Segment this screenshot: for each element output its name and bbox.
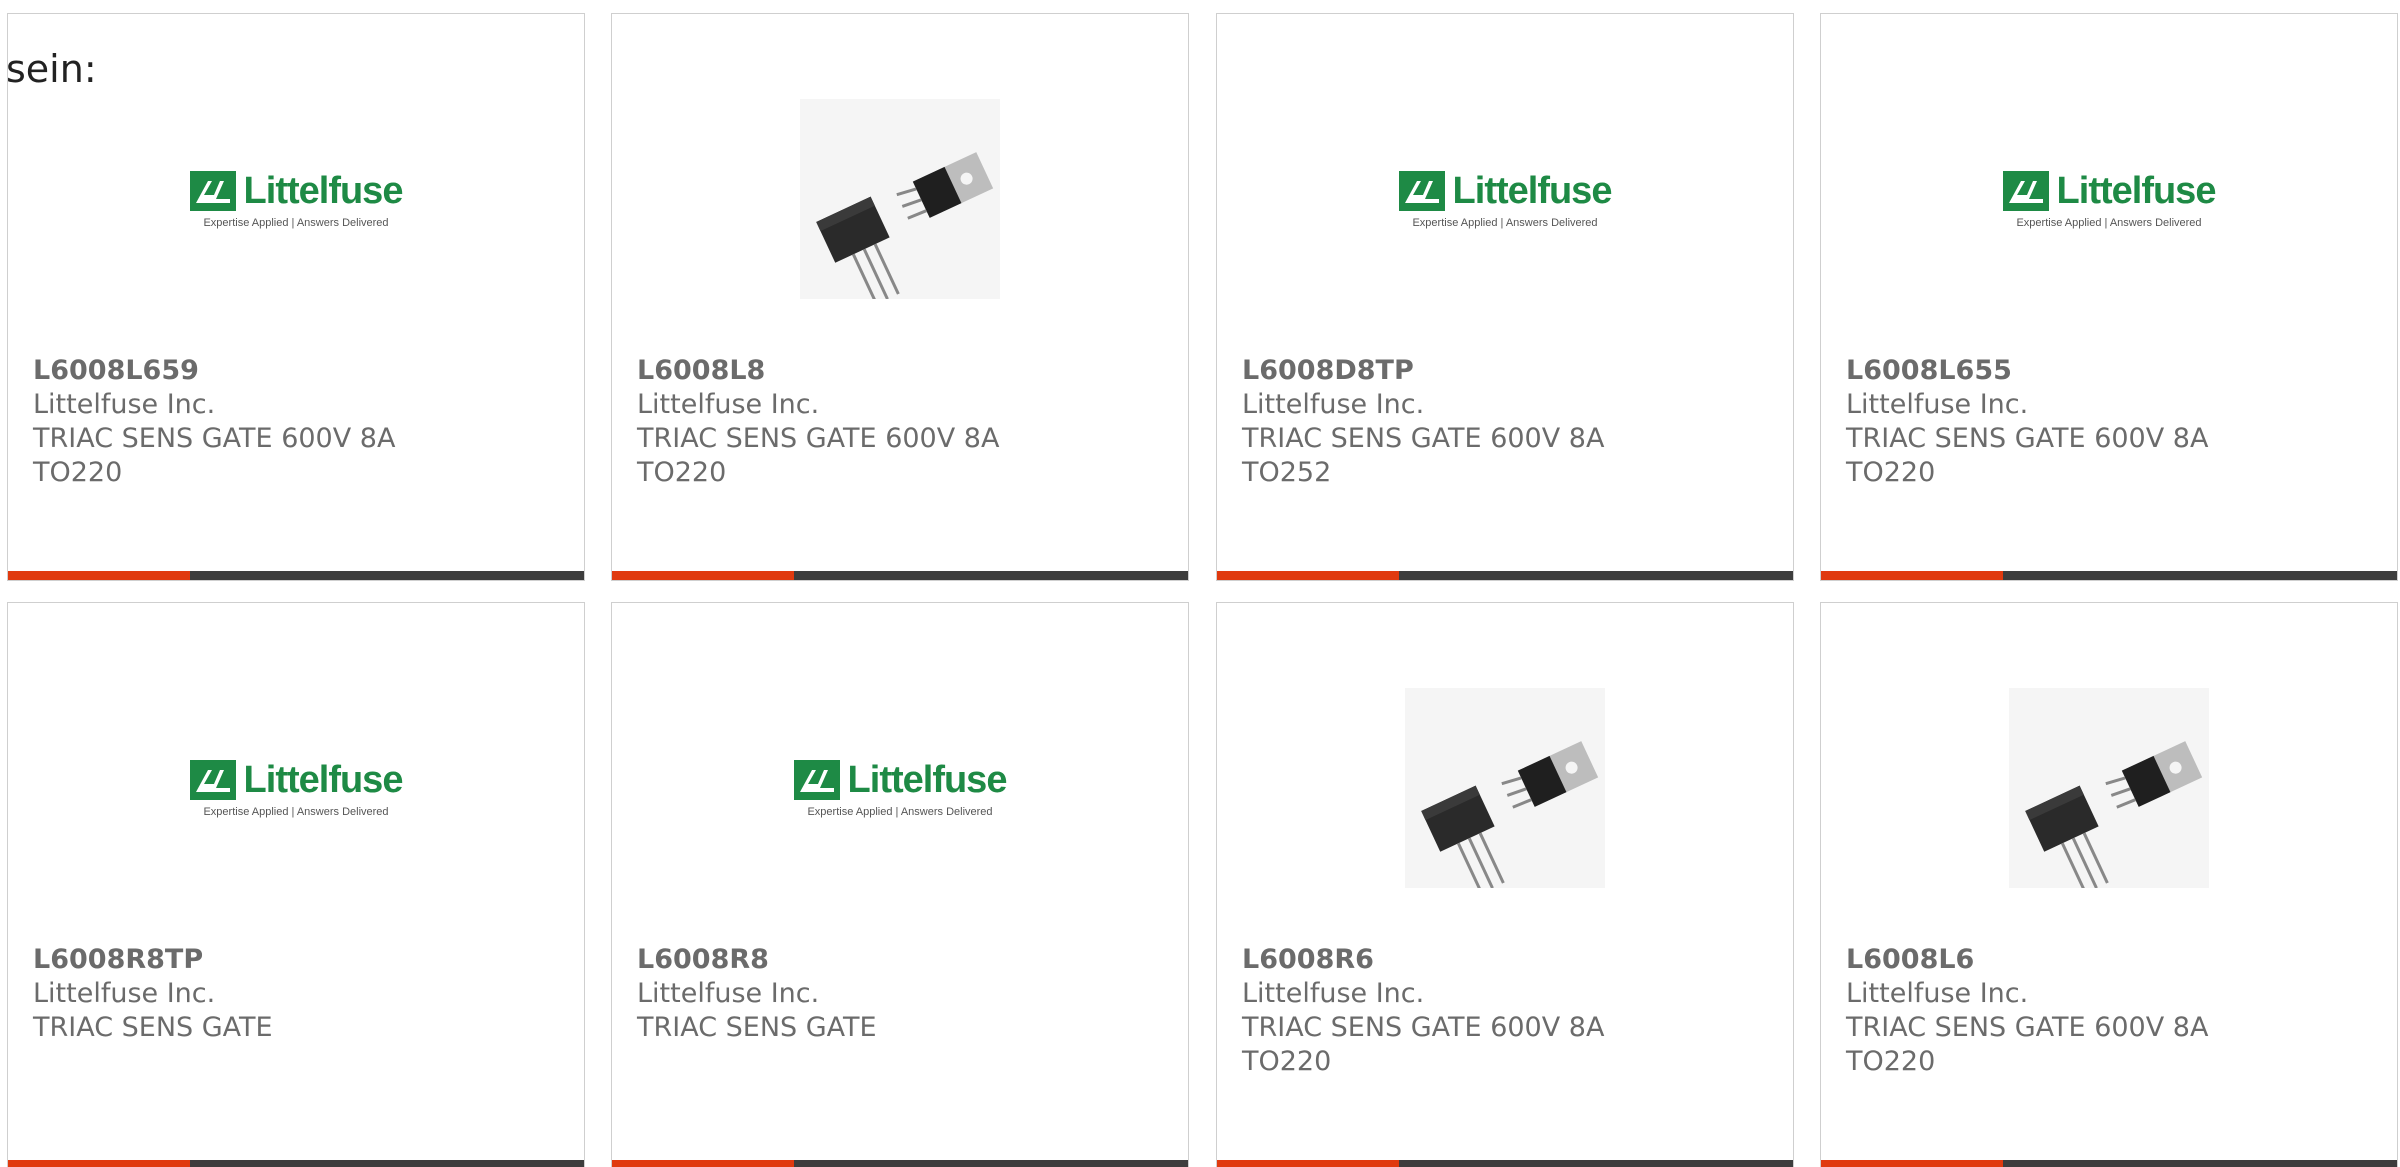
product-image[interactable]: Littelfuse Expertise Applied | Answers De… — [1821, 54, 2397, 344]
card-bottom-bar — [1217, 1160, 1793, 1167]
product-info: L6008D8TP Littelfuse Inc. TRIAC SENS GATE … — [1242, 354, 1773, 490]
manufacturer-name: Littelfuse Inc. — [1846, 389, 2029, 420]
card-bottom-bar — [8, 571, 584, 580]
product-card[interactable]: Littelfuse Expertise Applied | Answers De… — [611, 602, 1189, 1167]
intro-text: sein: — [6, 47, 97, 91]
part-number[interactable]: L6008R8 — [637, 943, 1168, 977]
product-image[interactable] — [612, 54, 1188, 344]
product-grid: Littelfuse Expertise Applied | Answers De… — [7, 13, 2400, 1167]
manufacturer-name: Littelfuse Inc. — [1846, 978, 2029, 1009]
product-info: L6008L659 Littelfuse Inc. TRIAC SENS GATE … — [33, 354, 564, 490]
product-image[interactable] — [1821, 643, 2397, 933]
product-image[interactable] — [1217, 643, 1793, 933]
card-accent-bar — [1821, 571, 2003, 580]
card-accent-bar — [8, 1160, 190, 1167]
card-accent-bar — [8, 571, 190, 580]
product-image[interactable]: Littelfuse Expertise Applied | Answers De… — [612, 643, 1188, 933]
card-accent-bar — [1217, 1160, 1399, 1167]
product-card[interactable]: Littelfuse Expertise Applied | Answers De… — [1216, 13, 1794, 581]
card-bottom-bar — [1821, 571, 2397, 580]
product-description: TRIAC SENS GATE 600V 8A TO220 — [1846, 1012, 2209, 1077]
product-info: L6008R8 Littelfuse Inc. TRIAC SENS GATE — [637, 943, 1168, 1045]
product-description: TRIAC SENS GATE 600V 8A TO220 — [1846, 423, 2209, 488]
card-bottom-bar — [8, 1160, 584, 1167]
logo-tagline: Expertise Applied | Answers Delivered — [2016, 216, 2202, 229]
product-info: L6008R6 Littelfuse Inc. TRIAC SENS GATE 60… — [1242, 943, 1773, 1079]
product-description: TRIAC SENS GATE 600V 8A TO220 — [637, 423, 1000, 488]
to220-package-image — [1405, 688, 1605, 888]
littelfuse-logo-icon — [1398, 171, 1445, 211]
product-description: TRIAC SENS GATE — [33, 1012, 273, 1043]
part-number[interactable]: L6008L8 — [637, 354, 1168, 388]
product-image[interactable]: Littelfuse Expertise Applied | Answers De… — [1217, 54, 1793, 344]
part-number[interactable]: L6008R8TP — [33, 943, 564, 977]
littelfuse-logo: Littelfuse Expertise Applied | Answers De… — [189, 169, 404, 229]
product-card[interactable]: Littelfuse Expertise Applied | Answers De… — [1820, 13, 2398, 581]
card-bottom-bar — [612, 571, 1188, 580]
logo-tagline: Expertise Applied | Answers Delivered — [1412, 216, 1598, 229]
logo-word: Littelfuse — [1452, 169, 1613, 212]
card-accent-bar — [612, 1160, 794, 1167]
logo-word: Littelfuse — [847, 758, 1008, 801]
product-info: L6008L8 Littelfuse Inc. TRIAC SENS GATE 60… — [637, 354, 1168, 490]
product-card[interactable]: L6008R6 Littelfuse Inc. TRIAC SENS GATE 60… — [1216, 602, 1794, 1167]
card-accent-bar — [1821, 1160, 2003, 1167]
littelfuse-logo: Littelfuse Expertise Applied | Answers De… — [793, 758, 1008, 818]
logo-word: Littelfuse — [243, 758, 404, 801]
logo-tagline: Expertise Applied | Answers Delivered — [807, 805, 993, 818]
product-info: L6008R8TP Littelfuse Inc. TRIAC SENS GATE — [33, 943, 564, 1045]
part-number[interactable]: L6008L6 — [1846, 943, 2377, 977]
manufacturer-name: Littelfuse Inc. — [1242, 389, 1425, 420]
product-image[interactable]: Littelfuse Expertise Applied | Answers De… — [8, 54, 584, 344]
logo-tagline: Expertise Applied | Answers Delivered — [203, 805, 389, 818]
logo-tagline: Expertise Applied | Answers Delivered — [203, 216, 389, 229]
littelfuse-logo-icon — [2002, 171, 2049, 211]
product-card[interactable]: L6008L8 Littelfuse Inc. TRIAC SENS GATE 60… — [611, 13, 1189, 581]
manufacturer-name: Littelfuse Inc. — [33, 978, 216, 1009]
part-number[interactable]: L6008R6 — [1242, 943, 1773, 977]
product-info: L6008L655 Littelfuse Inc. TRIAC SENS GATE … — [1846, 354, 2377, 490]
product-card[interactable]: Littelfuse Expertise Applied | Answers De… — [7, 602, 585, 1167]
part-number[interactable]: L6008L655 — [1846, 354, 2377, 388]
manufacturer-name: Littelfuse Inc. — [637, 389, 820, 420]
card-bottom-bar — [612, 1160, 1188, 1167]
manufacturer-name: Littelfuse Inc. — [33, 389, 216, 420]
product-info: L6008L6 Littelfuse Inc. TRIAC SENS GATE 60… — [1846, 943, 2377, 1079]
to220-package-image — [2009, 688, 2209, 888]
product-image[interactable]: Littelfuse Expertise Applied | Answers De… — [8, 643, 584, 933]
littelfuse-logo: Littelfuse Expertise Applied | Answers De… — [189, 758, 404, 818]
manufacturer-name: Littelfuse Inc. — [1242, 978, 1425, 1009]
logo-word: Littelfuse — [243, 169, 404, 212]
littelfuse-logo-icon — [189, 171, 236, 211]
to220-package-image — [800, 99, 1000, 299]
page: Littelfuse Expertise Applied | Answers De… — [0, 0, 2400, 1167]
card-bottom-bar — [1217, 571, 1793, 580]
card-accent-bar — [1217, 571, 1399, 580]
littelfuse-logo: Littelfuse Expertise Applied | Answers De… — [2002, 169, 2217, 229]
product-description: TRIAC SENS GATE 600V 8A TO220 — [33, 423, 396, 488]
littelfuse-logo-icon — [793, 760, 840, 800]
card-accent-bar — [612, 571, 794, 580]
part-number[interactable]: L6008D8TP — [1242, 354, 1773, 388]
littelfuse-logo: Littelfuse Expertise Applied | Answers De… — [1398, 169, 1613, 229]
product-card[interactable]: Littelfuse Expertise Applied | Answers De… — [7, 13, 585, 581]
product-description: TRIAC SENS GATE — [637, 1012, 877, 1043]
manufacturer-name: Littelfuse Inc. — [637, 978, 820, 1009]
logo-word: Littelfuse — [2056, 169, 2217, 212]
product-card[interactable]: L6008L6 Littelfuse Inc. TRIAC SENS GATE 60… — [1820, 602, 2398, 1167]
card-bottom-bar — [1821, 1160, 2397, 1167]
product-description: TRIAC SENS GATE 600V 8A TO220 — [1242, 1012, 1605, 1077]
part-number[interactable]: L6008L659 — [33, 354, 564, 388]
littelfuse-logo-icon — [189, 760, 236, 800]
product-description: TRIAC SENS GATE 600V 8A TO252 — [1242, 423, 1605, 488]
